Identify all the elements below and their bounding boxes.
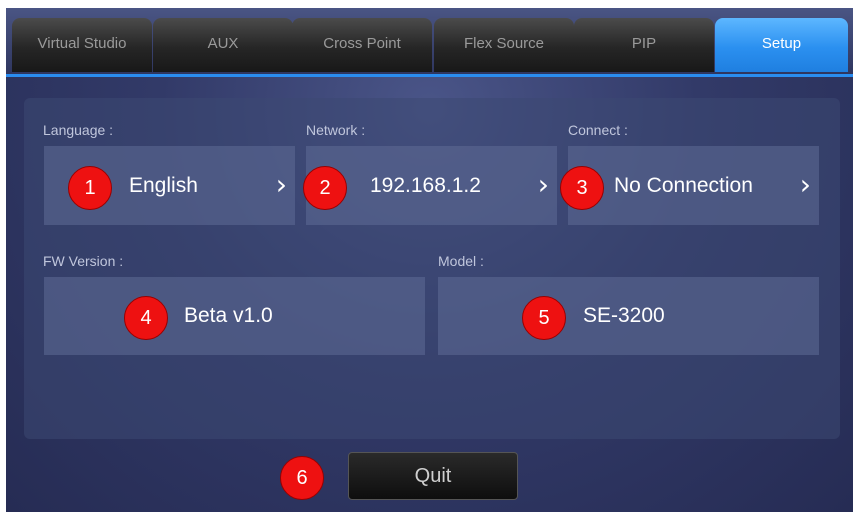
chevron-right-icon: ›: [275, 167, 287, 201]
language-label: Language :: [43, 122, 114, 138]
tab-aux[interactable]: AUX: [153, 18, 293, 72]
connect-label: Connect :: [568, 122, 628, 138]
callout-badge-4: 4: [124, 296, 168, 340]
tab-pip[interactable]: PIP: [574, 18, 714, 72]
tab-setup[interactable]: Setup: [715, 18, 848, 72]
network-label: Network :: [306, 122, 366, 138]
tab-bar: Virtual Studio AUX Cross Point Flex Sour…: [6, 8, 853, 77]
model-value: SE-3200: [583, 304, 665, 327]
tab-cross-point[interactable]: Cross Point: [292, 18, 432, 72]
quit-button[interactable]: Quit: [348, 452, 518, 500]
connect-selector[interactable]: No Connection ›: [568, 146, 819, 225]
chevron-right-icon: ›: [799, 167, 811, 201]
language-value: English: [129, 173, 198, 197]
model-label: Model :: [438, 253, 484, 269]
chevron-right-icon: ›: [537, 167, 549, 201]
model-display: SE-3200: [438, 277, 819, 355]
connect-value: No Connection: [614, 173, 753, 197]
network-value: 192.168.1.2: [370, 173, 481, 197]
callout-badge-2: 2: [303, 166, 347, 210]
callout-badge-3: 3: [560, 166, 604, 210]
callout-badge-5: 5: [522, 296, 566, 340]
device-screen: Virtual Studio AUX Cross Point Flex Sour…: [6, 8, 853, 512]
tab-virtual-studio[interactable]: Virtual Studio: [12, 18, 152, 72]
tab-flex-source[interactable]: Flex Source: [434, 18, 574, 72]
fw-version-display: Beta v1.0: [44, 277, 425, 355]
fw-version-label: FW Version :: [43, 253, 124, 269]
callout-badge-1: 1: [68, 166, 112, 210]
callout-badge-6: 6: [280, 456, 324, 500]
fw-version-value: Beta v1.0: [184, 304, 273, 327]
